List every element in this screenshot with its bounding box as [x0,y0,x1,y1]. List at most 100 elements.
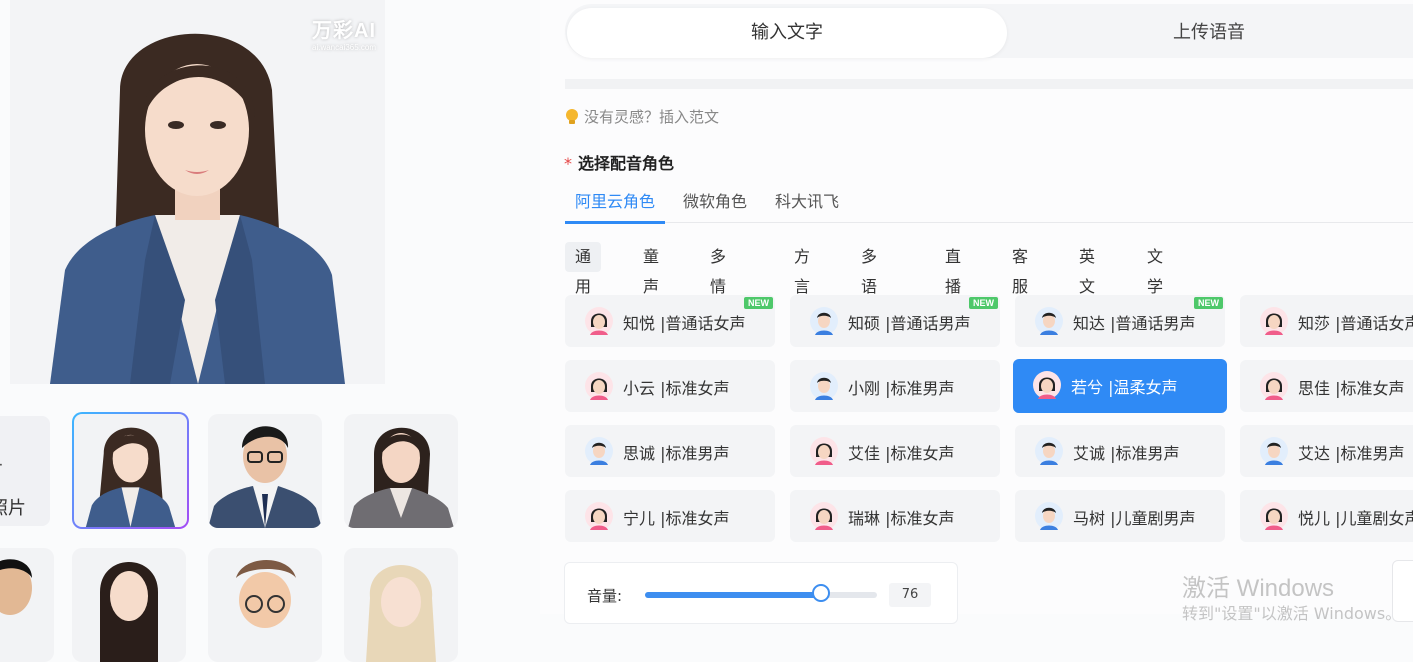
voice-name: 艾佳 |标准女声 [848,444,955,463]
avatar-man-glasses-image [208,426,322,528]
voice-card[interactable]: 知硕 |普通话男声 NEW [790,295,1000,347]
brand-watermark-url: ai.wancai365.com [312,43,377,52]
avatar-woman-suit-image [85,427,176,527]
voice-name: 宁儿 |标准女声 [623,509,730,528]
voice-name: 若兮 |温柔女声 [1071,378,1178,397]
voice-card[interactable]: 知达 |普通话男声 NEW [1015,295,1225,347]
voice-card[interactable]: 若兮 |温柔女声 [1013,359,1227,413]
category-english[interactable]: 英文 [1069,242,1105,296]
female-voice-icon [585,502,613,530]
voice-card[interactable]: 艾诚 |标准男声 [1015,425,1225,477]
woman-avatar-image [50,33,345,384]
female-voice-icon [810,437,838,465]
avatar-man-partial-image [0,559,32,615]
avatar-thumb-woman-suit[interactable] [72,412,189,529]
category-child[interactable]: 童声 [633,242,669,296]
avatar-woman-longhair-image [100,562,158,662]
volume-thumb[interactable] [812,584,831,602]
voice-card[interactable]: 小刚 |标准男声 [790,360,1000,412]
side-float-button[interactable] [1392,560,1413,622]
category-multilingual[interactable]: 多语种 [851,242,887,326]
voice-card[interactable]: 艾达 |标准男声 [1240,425,1413,477]
voice-card[interactable]: 知悦 |普通话女声 NEW [565,295,775,347]
avatar-thumb-cartoon-blonde[interactable] [344,548,458,662]
volume-fill [645,592,822,598]
voice-card[interactable]: 思诚 |标准男声 [565,425,775,477]
voice-card[interactable]: 思佳 |标准女声 [1240,360,1413,412]
new-badge: NEW [969,297,998,309]
volume-slider[interactable] [645,584,877,602]
upload-photo-button[interactable]: + 照片 [0,416,50,526]
avatar-panel: 万彩AI ai.wancai365.com + 照片 [0,0,540,662]
avatar-cartoon-blonde-image [366,565,436,662]
insert-sample-link[interactable]: 没有灵感？插入范文 [564,106,719,127]
new-badge: NEW [1194,297,1223,309]
plus-icon: + [0,452,3,478]
female-voice-icon [1033,371,1061,399]
text-area-edge [565,79,1413,89]
upload-photo-label: 照片 [0,498,26,519]
voice-name: 思佳 |标准女声 [1298,379,1405,398]
female-voice-icon [585,307,613,335]
female-voice-icon [1260,307,1288,335]
main-avatar-preview: 万彩AI ai.wancai365.com [10,0,385,384]
avatar-thumb-woman-blazer[interactable] [344,414,458,528]
tab-microsoft[interactable]: 微软角色 [673,188,757,221]
voice-name: 艾诚 |标准男声 [1073,444,1180,463]
male-voice-icon [810,372,838,400]
category-dialect[interactable]: 方言 [784,242,820,296]
voice-card[interactable]: 宁儿 |标准女声 [565,490,775,542]
volume-control: 音量: 76 [564,562,958,624]
voice-name: 知莎 |普通话女声 [1298,314,1413,333]
male-voice-icon [1035,437,1063,465]
lightbulb-icon [566,108,578,124]
brand-watermark-text: 万彩AI [312,20,376,42]
voice-name: 艾达 |标准男声 [1298,444,1405,463]
voice-card[interactable]: 马树 |儿童剧男声 [1015,490,1225,542]
avatar-thumb-woman-longhair[interactable] [72,548,186,662]
voice-name: 马树 |儿童剧男声 [1073,509,1196,528]
category-general[interactable]: 通用 [565,242,602,296]
voice-name: 小云 |标准女声 [623,379,730,398]
voice-card[interactable]: 小云 |标准女声 [565,360,775,412]
female-voice-icon [1260,372,1288,400]
voice-name: 知硕 |普通话男声 [848,314,971,333]
voice-card[interactable]: 瑞琳 |标准女声 [790,490,1000,542]
voice-role-title-text: 选择配音角色 [578,154,675,173]
male-voice-icon [585,437,613,465]
male-voice-icon [810,307,838,335]
voice-card[interactable]: 艾佳 |标准女声 [790,425,1000,477]
voice-name: 小刚 |标准男声 [848,379,955,398]
female-voice-icon [585,372,613,400]
category-emotion[interactable]: 多情感 [700,242,736,326]
female-voice-icon [1260,502,1288,530]
male-voice-icon [1260,437,1288,465]
female-voice-icon [810,502,838,530]
voice-card[interactable]: 悦儿 |儿童剧女声 [1240,490,1413,542]
avatar-thumb-cartoon-boy[interactable] [208,548,322,662]
avatar-woman-blazer-image [348,427,454,528]
category-service[interactable]: 客服 [1002,242,1038,296]
voice-role-title: * 选择配音角色 [564,150,674,174]
tab-aliyun[interactable]: 阿里云角色 [565,188,666,224]
category-live[interactable]: 直播 [935,242,971,296]
voice-name: 思诚 |标准男声 [623,444,730,463]
required-mark: * [564,154,572,173]
male-voice-icon [1035,307,1063,335]
voice-name: 瑞琳 |标准女声 [848,509,955,528]
windows-activation-title: 激活 Windows [1182,575,1335,602]
category-literature[interactable]: 文学 [1137,242,1173,296]
tab-iflytek[interactable]: 科大讯飞 [765,188,849,221]
voice-name: 悦儿 |儿童剧女声 [1298,509,1413,528]
voice-name: 知悦 |普通话女声 [623,314,746,333]
tab-upload-audio[interactable]: 上传语音 [1009,8,1409,58]
brand-watermark: 万彩AI ai.wancai365.com [312,14,376,52]
avatar-thumb-man-partial[interactable] [0,548,54,662]
voice-name: 知达 |普通话男声 [1073,314,1196,333]
voice-card[interactable]: 知莎 |普通话女声 [1240,295,1413,347]
volume-label: 音量: [587,587,623,605]
volume-value[interactable]: 76 [889,583,931,607]
tab-input-text[interactable]: 输入文字 [567,8,1007,58]
avatar-thumb-man-glasses[interactable] [208,414,322,528]
windows-activation-hint: 转到"设置"以激活 Windows。 [1182,604,1402,623]
